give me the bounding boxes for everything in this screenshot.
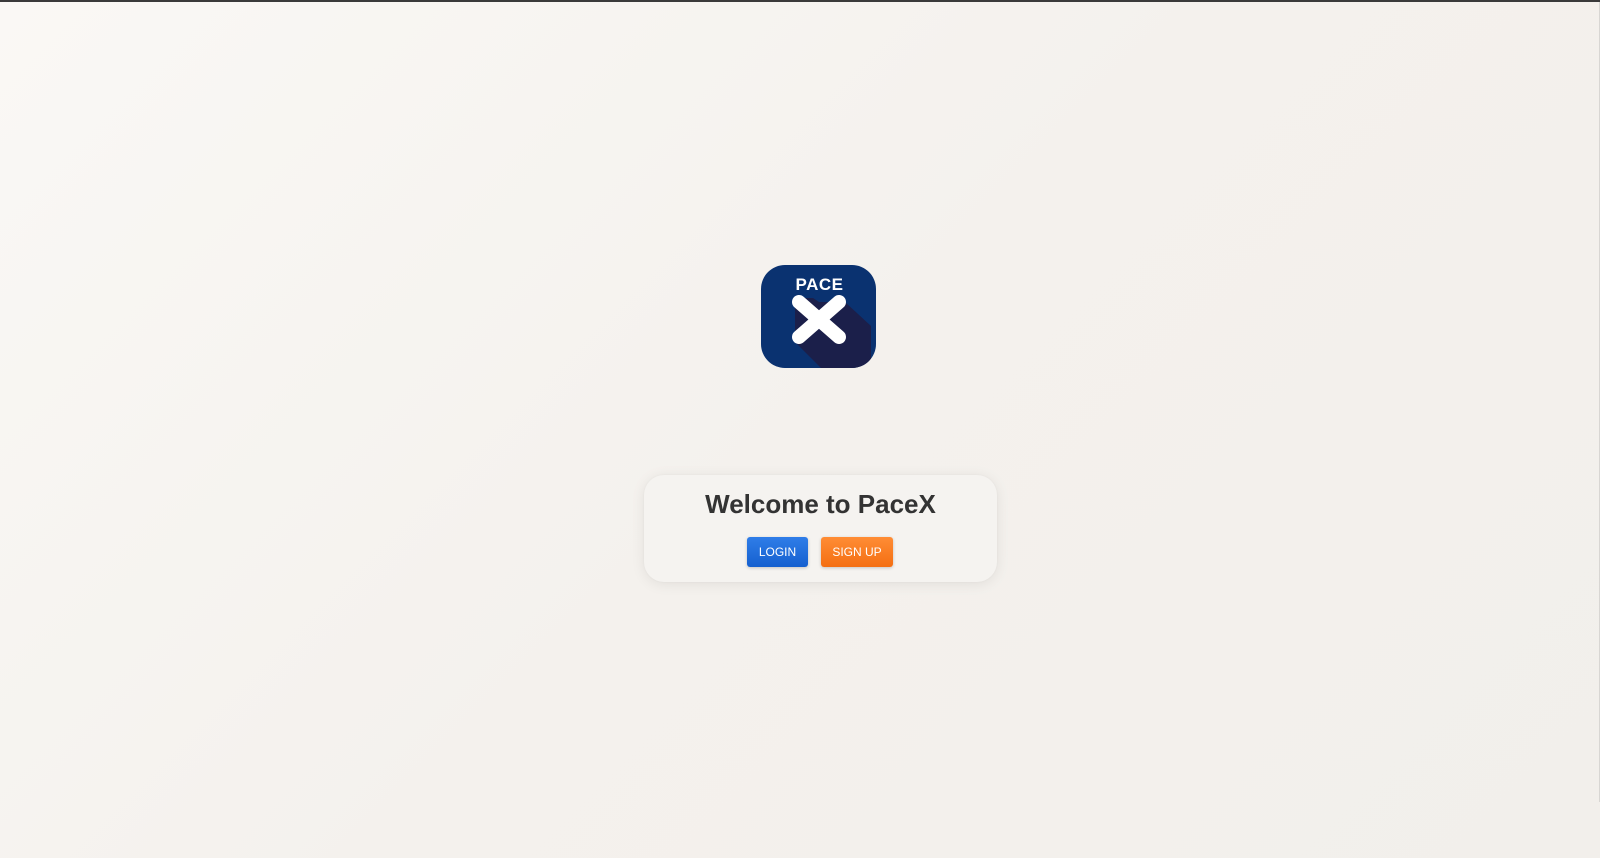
welcome-card: Welcome to PaceX LOGIN SIGN UP	[644, 475, 997, 582]
pacex-logo-icon: PACE	[761, 265, 876, 368]
window-top-border	[0, 0, 1600, 2]
welcome-title: Welcome to PaceX	[705, 489, 936, 519]
login-button[interactable]: LOGIN	[747, 537, 808, 567]
signup-button[interactable]: SIGN UP	[821, 537, 893, 567]
logo-text: PACE	[795, 275, 844, 294]
